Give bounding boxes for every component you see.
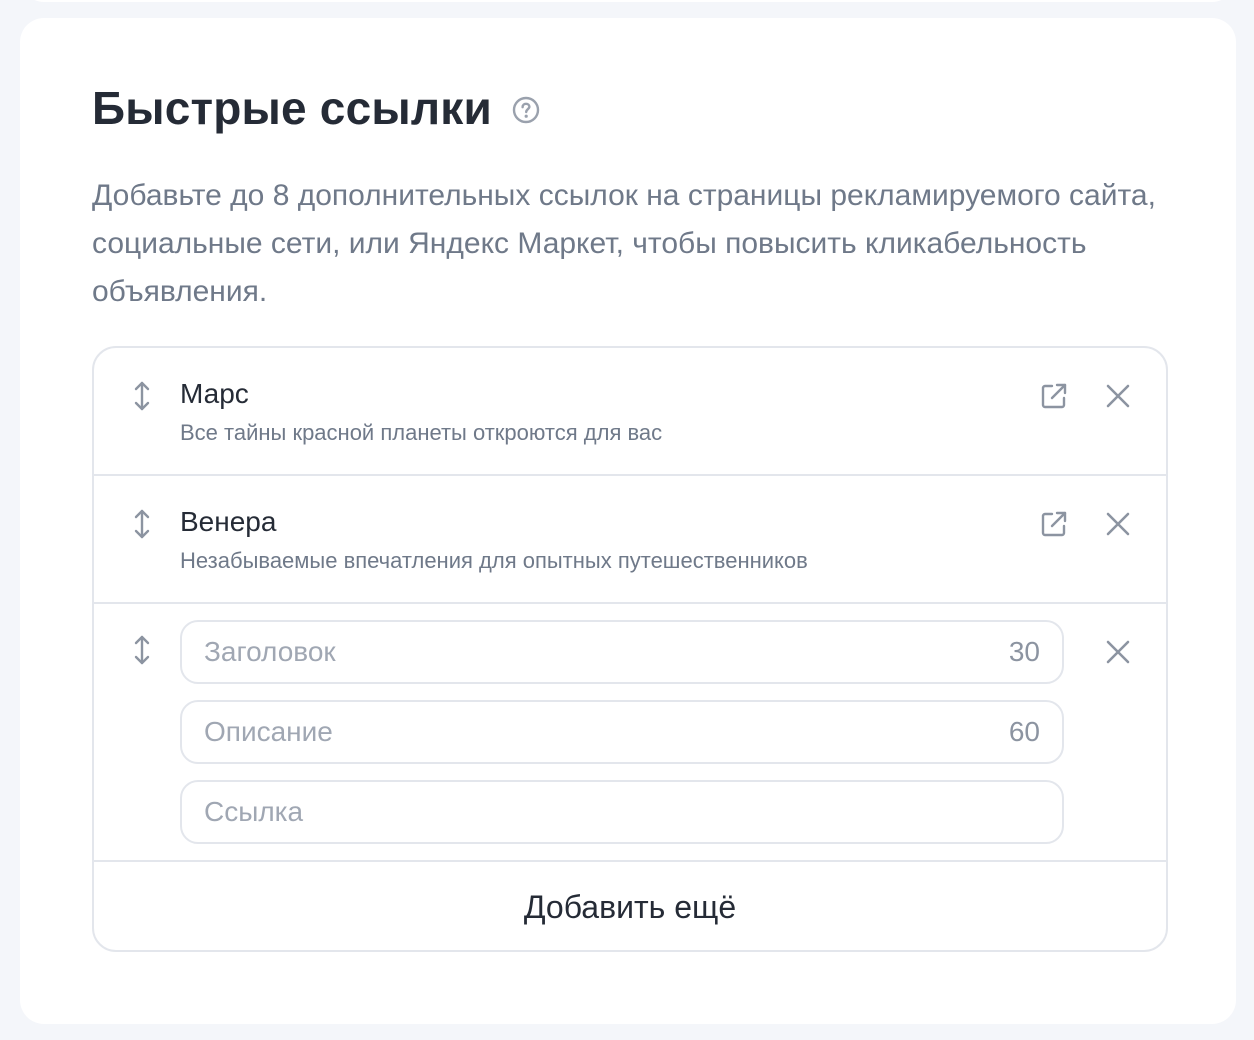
quick-link-item: Марс Все тайны красной планеты откроются…	[94, 348, 1166, 476]
external-link-icon[interactable]	[1038, 508, 1070, 540]
external-link-icon[interactable]	[1038, 380, 1070, 412]
quick-link-description: Незабываемые впечатления для опытных пут…	[180, 548, 808, 573]
title-input[interactable]	[204, 636, 997, 668]
description-input[interactable]	[204, 716, 997, 748]
new-quick-link-form: 30 60	[94, 604, 1166, 862]
close-icon[interactable]	[1102, 508, 1134, 540]
section-header: Быстрые ссылки	[92, 80, 540, 136]
title-char-counter: 30	[1008, 636, 1040, 667]
previous-section-card	[20, 0, 1236, 2]
close-icon[interactable]	[1102, 380, 1134, 412]
drag-handle-icon[interactable]	[130, 380, 154, 412]
section-title: Быстрые ссылки	[92, 82, 492, 134]
add-more-button[interactable]: Добавить ещё	[94, 862, 1166, 950]
quick-links-list: Марс Все тайны красной планеты откроются…	[92, 346, 1168, 952]
quick-link-title: Венера	[180, 506, 277, 537]
description-char-counter: 60	[1008, 716, 1040, 747]
drag-handle-icon[interactable]	[130, 508, 154, 540]
question-circle-icon[interactable]	[512, 96, 540, 124]
url-input[interactable]	[204, 796, 1040, 828]
quick-links-card: Быстрые ссылки Добавьте до 8 дополнитель…	[20, 18, 1236, 1024]
quick-link-item: Венера Незабываемые впечатления для опыт…	[94, 476, 1166, 604]
drag-handle-icon[interactable]	[130, 634, 154, 666]
url-field	[180, 780, 1064, 844]
quick-link-title: Марс	[180, 378, 249, 409]
close-icon[interactable]	[1102, 636, 1134, 668]
quick-link-description: Все тайны красной планеты откроются для …	[180, 420, 663, 445]
title-field: 30	[180, 620, 1064, 684]
description-field: 60	[180, 700, 1064, 764]
section-description: Добавьте до 8 дополнительных ссылок на с…	[92, 179, 1156, 308]
